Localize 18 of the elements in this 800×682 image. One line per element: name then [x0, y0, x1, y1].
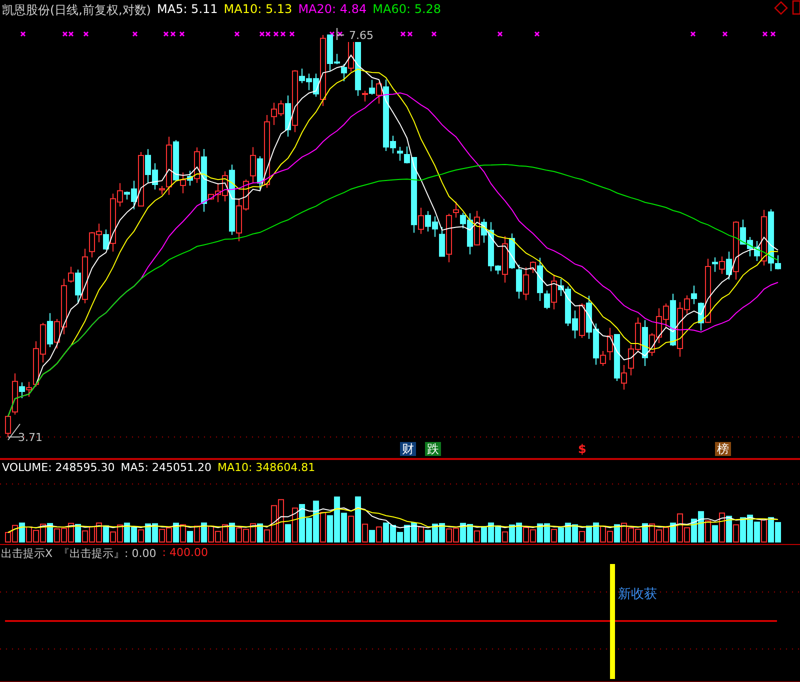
event-sign[interactable]: $	[578, 442, 586, 456]
volume-value: VOLUME: 248595.30	[2, 461, 115, 474]
indicator-value: : 400.00	[162, 546, 208, 561]
high-price-label: 7.65	[348, 29, 374, 42]
moving-average-value: MA60: 5.28	[372, 2, 442, 18]
low-price-label: 3.71	[18, 431, 42, 444]
stock-title: 凯恩股份(日线,前复权,对数)	[2, 2, 151, 19]
volume-value: MA10: 348604.81	[217, 461, 316, 474]
moving-average-value: MA20: 4.84	[298, 2, 367, 18]
event-badge[interactable]: 财	[400, 442, 416, 456]
event-badge[interactable]: 榜	[715, 442, 731, 456]
moving-average-value: MA10: 5.13	[224, 2, 292, 18]
indicator-value: 『出击提示』: 0.00	[58, 546, 156, 561]
volume-value: MA5: 245051.20	[120, 461, 212, 474]
indicator-name: 出击提示X	[1, 546, 53, 561]
signal-label: 新收获	[618, 586, 657, 603]
moving-average-value: MA5: 5.11	[157, 2, 218, 18]
event-badge[interactable]: 跌	[425, 442, 441, 456]
